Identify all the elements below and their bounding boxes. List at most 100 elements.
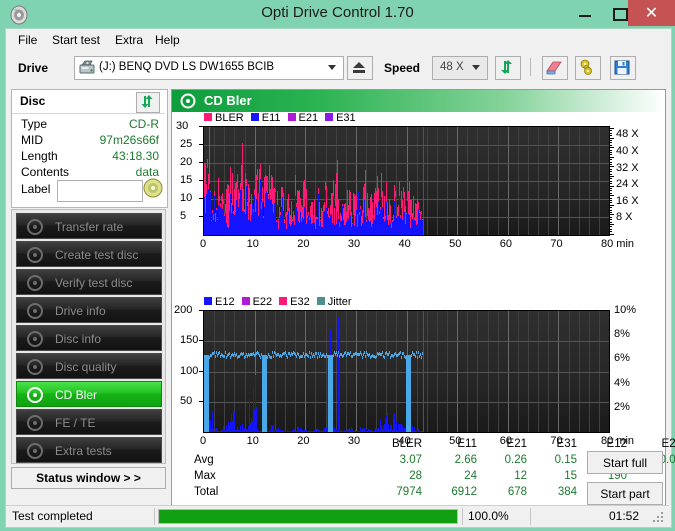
sidebar-item-fe-te[interactable]: FE / TE bbox=[16, 409, 162, 435]
e12-jitter-chart[interactable] bbox=[203, 310, 610, 433]
cd-bler-chart[interactable] bbox=[203, 126, 610, 236]
chart2-jitter-trace bbox=[272, 351, 273, 354]
chart2-jitter-trace bbox=[415, 355, 416, 358]
disc-burn-icon bbox=[26, 246, 44, 264]
sidebar-item-verify-test-disc[interactable]: Verify test disc bbox=[16, 269, 162, 295]
chart2-jitter-trace bbox=[401, 356, 402, 359]
chart1-y2-minor-tick bbox=[609, 154, 612, 156]
cd-bler-icon bbox=[26, 386, 44, 404]
legend-swatch bbox=[204, 113, 212, 121]
chart2-ytick-mark bbox=[199, 400, 203, 402]
chart2-jitter-trace bbox=[271, 356, 272, 359]
chart1-y2-minor-tick bbox=[609, 188, 612, 189]
sidebar-item-extra-tests[interactable]: Extra tests bbox=[16, 437, 162, 463]
chart1-xtick: 30 bbox=[347, 238, 361, 250]
chart2-jitter-trace bbox=[243, 352, 244, 355]
client-area: File Start test Extra Help Drive (J:) BE… bbox=[5, 28, 675, 528]
sidebar-item-label: Verify test disc bbox=[55, 276, 133, 290]
sidebar-item-disc-quality[interactable]: Disc quality bbox=[16, 353, 162, 379]
chart1-y2-minor-tick bbox=[609, 178, 612, 180]
legend-label: E32 bbox=[290, 296, 310, 308]
legend-item-e21: E21 bbox=[287, 112, 318, 124]
legend-item-e22: E22 bbox=[241, 296, 272, 308]
repair-button[interactable] bbox=[575, 56, 601, 80]
chart2-jitter-trace bbox=[365, 355, 366, 358]
eject-button[interactable] bbox=[347, 56, 373, 80]
chart1-y2-minor-tick bbox=[609, 190, 612, 192]
chart2-jitter-trace bbox=[314, 355, 315, 358]
chart1-y2-minor-tick bbox=[609, 231, 612, 233]
chart1-xtick: 20 bbox=[297, 238, 310, 250]
chart2-xtick: 0 bbox=[200, 435, 207, 447]
menu-file[interactable]: File bbox=[12, 32, 43, 48]
chart2-jitter-trace bbox=[376, 355, 377, 358]
chart1-y2-minor-tick bbox=[609, 192, 612, 194]
legend-label: Jitter bbox=[327, 296, 352, 308]
menu-help[interactable]: Help bbox=[149, 32, 186, 48]
eraser-icon bbox=[546, 61, 562, 75]
menu-extra[interactable]: Extra bbox=[109, 32, 149, 48]
disc-label-browse-button[interactable] bbox=[143, 178, 163, 198]
chart2-jitter-trace bbox=[308, 355, 309, 358]
chart2-ytick-mark bbox=[199, 310, 203, 311]
start-full-button[interactable]: Start full bbox=[587, 451, 663, 474]
chart2-jitter-trace bbox=[224, 355, 225, 358]
disc-label-input[interactable] bbox=[57, 180, 143, 202]
drive-info-icon bbox=[26, 302, 44, 320]
chart1-y2-minor-tick bbox=[609, 147, 614, 149]
disc-panel-title: Disc bbox=[20, 94, 46, 108]
status-bar: Test completed 100.0% 01:52 bbox=[6, 505, 669, 527]
drive-value: (J:) BENQ DVD LS DW1655 BCIB bbox=[99, 61, 275, 73]
chart1-ytick: 25 bbox=[180, 138, 193, 150]
chart1-ytick: 5 bbox=[180, 210, 187, 222]
sidebar-item-transfer-rate[interactable]: Transfer rate bbox=[16, 213, 162, 239]
disc-type-label: Type bbox=[21, 117, 48, 131]
chart1-y2-minor-tick bbox=[609, 180, 612, 182]
menu-start-test[interactable]: Start test bbox=[46, 32, 106, 48]
close-icon: ✕ bbox=[644, 5, 659, 22]
chart2-jitter-trace bbox=[214, 351, 215, 354]
legend-label: E11 bbox=[261, 112, 281, 124]
erase-button[interactable] bbox=[542, 56, 568, 80]
chart1-y2-minor-tick bbox=[609, 183, 612, 185]
sidebar-item-create-test-disc[interactable]: Create test disc bbox=[16, 241, 162, 267]
chart2-jitter-trace bbox=[266, 355, 267, 432]
refresh-drive-button[interactable] bbox=[495, 56, 521, 80]
resize-grip[interactable] bbox=[653, 512, 665, 524]
disc-length-value: 43:18.30 bbox=[112, 149, 159, 163]
chart1-y2-minor-tick bbox=[609, 149, 612, 151]
chart2-ytick: 100 bbox=[180, 364, 199, 377]
start-part-button[interactable]: Start part bbox=[587, 482, 663, 505]
chart1-ytick-mark bbox=[199, 162, 203, 163]
sidebar-item-disc-info[interactable]: Disc info bbox=[16, 325, 162, 351]
refresh-disc-button[interactable] bbox=[136, 92, 160, 113]
disc-type-value: CD-R bbox=[129, 117, 159, 131]
minimize-button[interactable] bbox=[568, 0, 602, 26]
legend-swatch bbox=[325, 113, 334, 121]
sidebar-item-cd-bler[interactable]: CD Bler bbox=[16, 381, 162, 407]
chart2-jitter-trace bbox=[350, 351, 351, 354]
status-window-button[interactable]: Status window > > bbox=[11, 467, 166, 489]
save-button[interactable] bbox=[610, 56, 636, 80]
speed-select[interactable]: 48 X bbox=[432, 56, 488, 80]
save-disk-icon bbox=[614, 60, 630, 75]
content-header: CD Bler bbox=[172, 90, 665, 112]
chart1-y2-minor-tick bbox=[609, 142, 612, 144]
chart1-y2-minor-tick bbox=[609, 195, 614, 197]
stats-cell: 2.66 bbox=[454, 454, 477, 466]
sidebar-item-drive-info[interactable]: Drive info bbox=[16, 297, 162, 323]
chart1-y2-minor-tick bbox=[609, 156, 614, 158]
chart1-y2-minor-tick bbox=[609, 130, 612, 132]
chart1-y2tick: 24 X bbox=[616, 178, 639, 191]
drive-select[interactable]: (J:) BENQ DVD LS DW1655 BCIB bbox=[74, 56, 344, 80]
chart1-y2-minor-tick bbox=[609, 176, 614, 177]
stats-cell: 3.07 bbox=[399, 454, 422, 466]
chart1-y2tick: 40 X bbox=[616, 144, 639, 157]
stats-column-header: BLER bbox=[391, 438, 422, 450]
legend-label: E12 bbox=[215, 296, 235, 308]
chart1-y2-minor-tick bbox=[609, 168, 612, 170]
close-button[interactable]: ✕ bbox=[628, 0, 675, 26]
chart2-bar-e12-peak bbox=[338, 317, 340, 432]
chart2-ytick: 200 bbox=[174, 304, 193, 316]
chart2-legend: E12 E22 E32 Jitter bbox=[204, 296, 359, 308]
